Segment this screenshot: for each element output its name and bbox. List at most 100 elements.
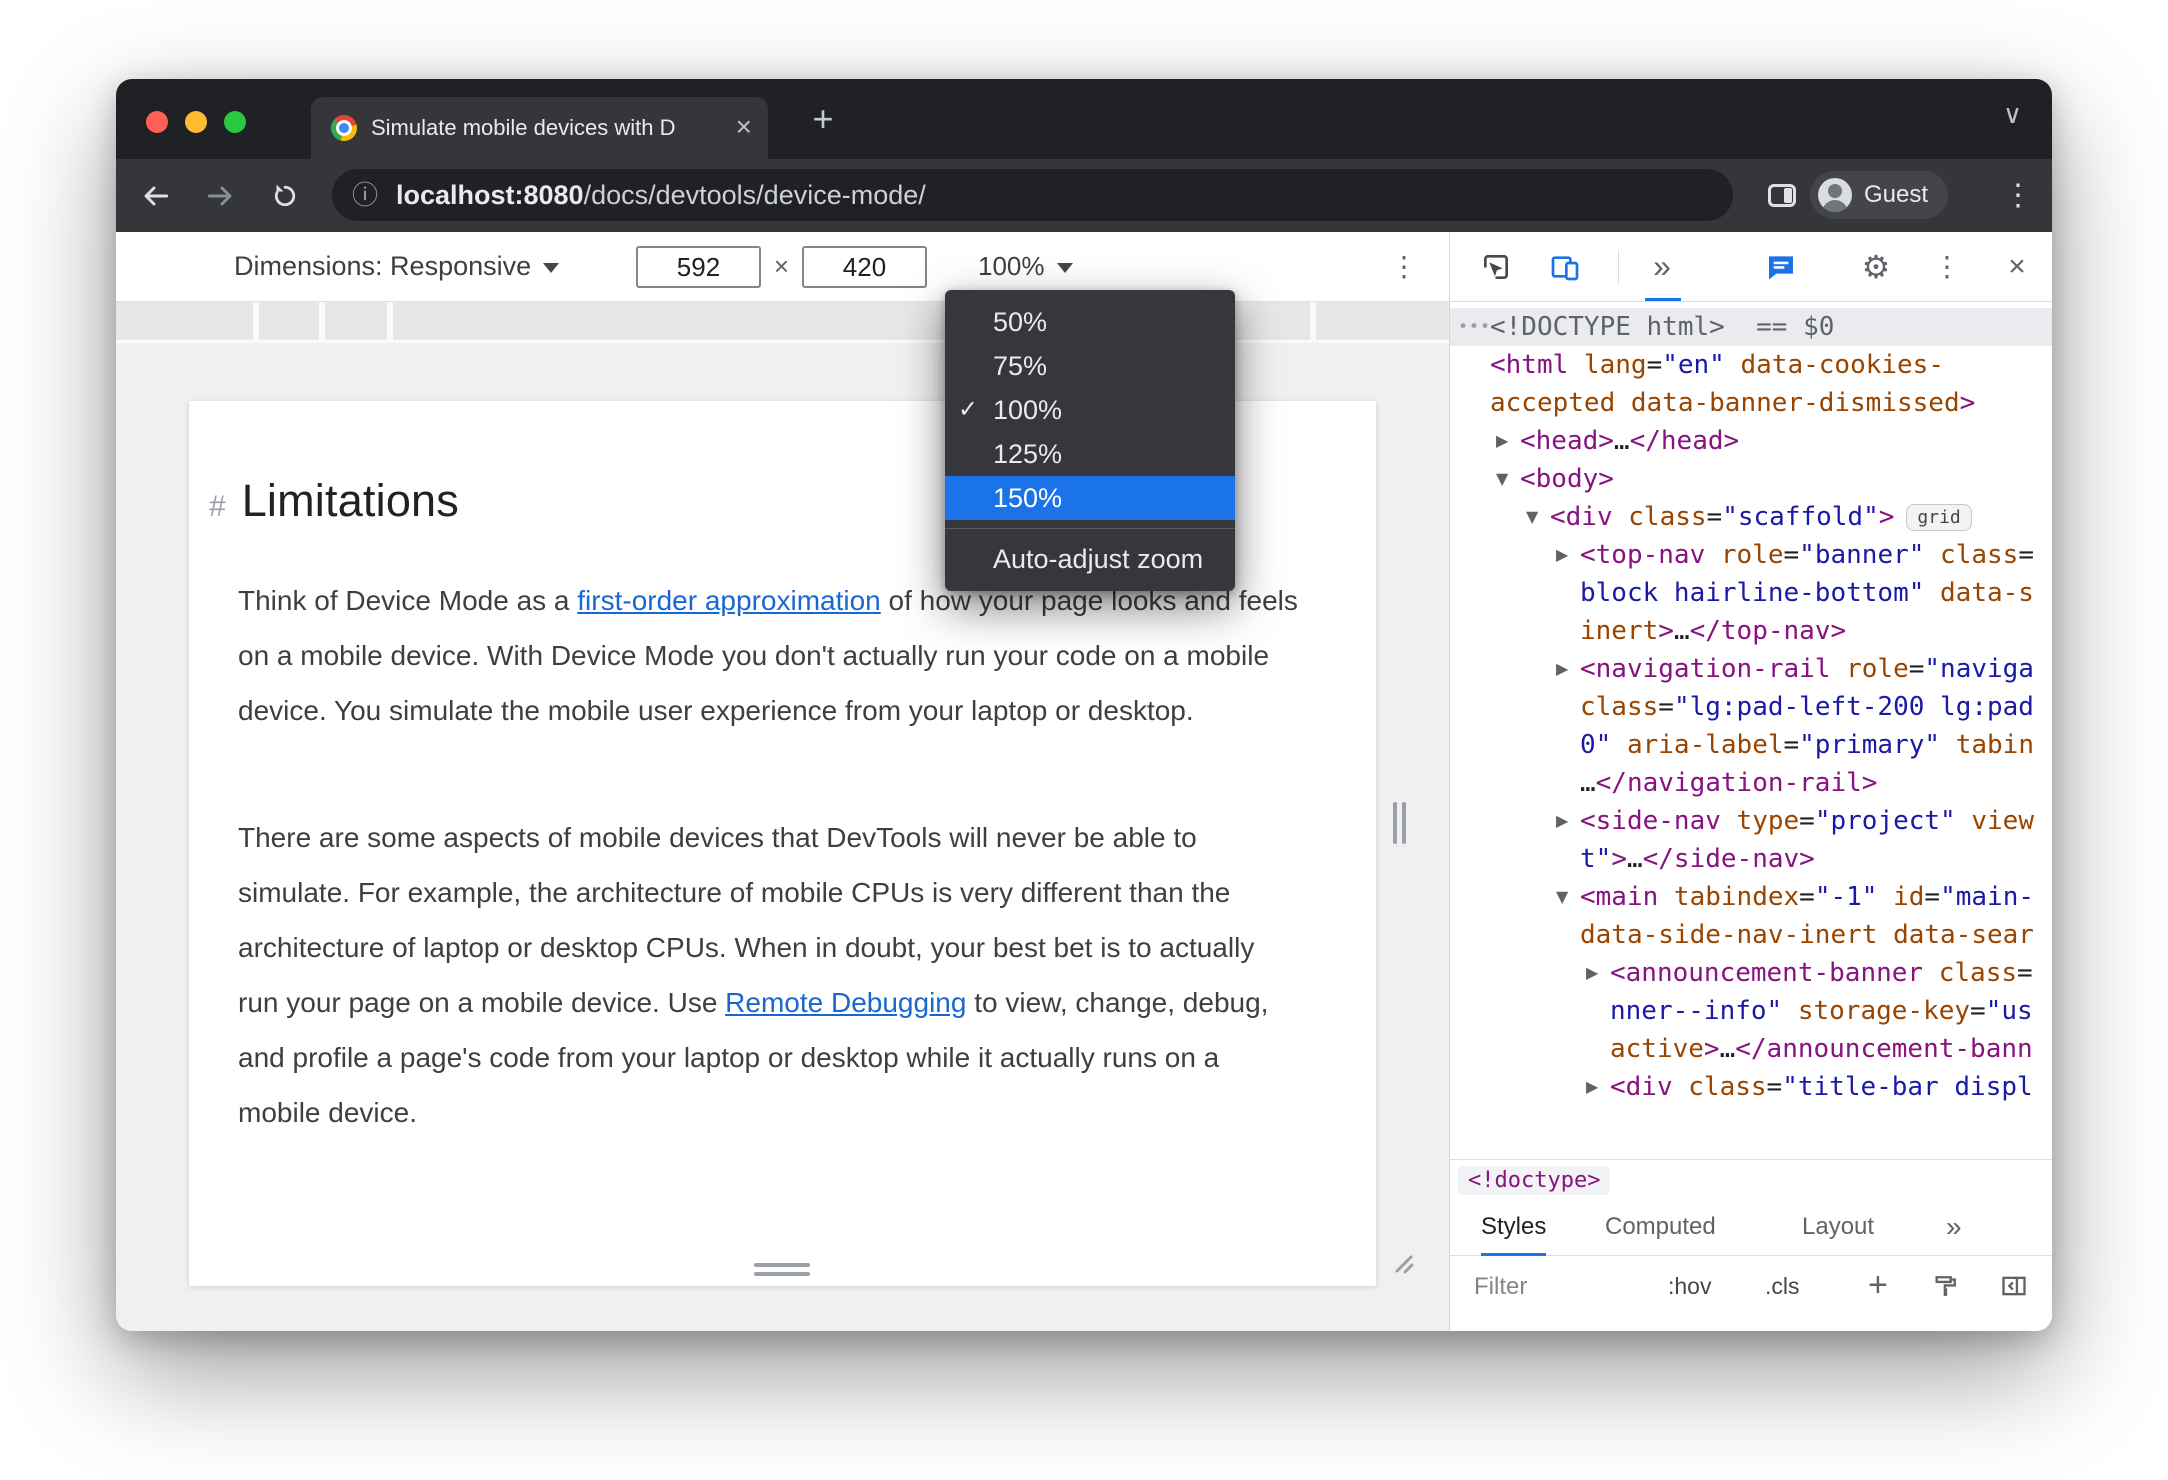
tab-styles[interactable]: Styles bbox=[1481, 1200, 1547, 1256]
code-token: view bbox=[1955, 806, 2034, 836]
code-token: = bbox=[1924, 882, 1941, 912]
toggle-cls-button[interactable]: .cls bbox=[1765, 1256, 1800, 1317]
code-token: class bbox=[1672, 1072, 1767, 1102]
dom-tree-line[interactable]: ▶ <navigation-rail role = "naviga bbox=[1450, 650, 2052, 688]
grid-badge[interactable]: grid bbox=[1906, 503, 1972, 531]
code-token: "naviga bbox=[1924, 654, 2034, 684]
dom-tree-line[interactable]: ▶ <side-nav type = "project" view bbox=[1450, 802, 2052, 840]
code-token: > bbox=[1703, 1034, 1720, 1064]
disclosure-arrow-icon[interactable]: ▼ bbox=[1526, 498, 1550, 536]
code-token: "us bbox=[1985, 996, 2033, 1026]
zoom-menu-item[interactable]: 75% bbox=[945, 344, 1235, 388]
disclosure-arrow-icon[interactable]: ▶ bbox=[1556, 536, 1580, 574]
disclosure-arrow-icon[interactable]: ▶ bbox=[1586, 1068, 1610, 1106]
forward-button[interactable] bbox=[196, 159, 244, 232]
disclosure-arrow-icon[interactable]: ▶ bbox=[1556, 650, 1580, 688]
reload-button[interactable] bbox=[261, 159, 309, 232]
resize-handle-bottom[interactable] bbox=[754, 1263, 810, 1278]
dom-tree-line[interactable]: inert >… </top-nav> bbox=[1450, 612, 2052, 650]
dom-tree-line[interactable]: ▶ <head>… </head> bbox=[1450, 422, 2052, 460]
browser-tab[interactable]: Simulate mobile devices with D × bbox=[311, 97, 768, 159]
feedback-icon[interactable] bbox=[1759, 232, 1803, 301]
sidebar-more-tabs-icon[interactable]: » bbox=[1946, 1200, 1962, 1256]
dom-tree-line[interactable]: ▼ <main tabindex = "-1" id = "main- bbox=[1450, 878, 2052, 916]
zoom-menu-item[interactable]: 50% bbox=[945, 300, 1235, 344]
tab-layout[interactable]: Layout bbox=[1802, 1200, 1874, 1256]
dom-tree-line[interactable]: block hairline-bottom" data-s bbox=[1450, 574, 2052, 612]
ruler-tick bbox=[1310, 302, 1316, 340]
ruler bbox=[116, 302, 1449, 343]
disclosure-arrow-icon[interactable]: ▼ bbox=[1496, 460, 1520, 498]
zoom-menu-item[interactable]: 125% bbox=[945, 432, 1235, 476]
tab-search-chevron-icon[interactable]: ∨ bbox=[2003, 99, 2022, 130]
disclosure-arrow-icon[interactable]: ▶ bbox=[1586, 954, 1610, 992]
heading-anchor-link[interactable]: # bbox=[209, 490, 226, 524]
dom-tree-line[interactable]: ▼ <div class = "scaffold" > grid bbox=[1450, 498, 2052, 536]
dom-tree-line[interactable]: <html lang = "en" data-cookies- bbox=[1450, 346, 2052, 384]
auto-adjust-zoom-item[interactable]: Auto-adjust zoom bbox=[945, 537, 1235, 581]
inspect-icon[interactable] bbox=[1474, 232, 1518, 301]
dom-tree-line[interactable]: ••• <!DOCTYPE html> == $0 bbox=[1450, 308, 2052, 346]
disclosure-arrow-icon[interactable]: ▼ bbox=[1556, 878, 1580, 916]
dom-tree-line[interactable]: accepted data-banner-dismissed > bbox=[1450, 384, 2052, 422]
code-token: storage-key bbox=[1782, 996, 1971, 1026]
dom-tree-line[interactable]: ▶ <top-nav role = "banner" class = bbox=[1450, 536, 2052, 574]
browser-menu-icon[interactable]: ⋮ bbox=[1996, 159, 2040, 232]
indent-gutter bbox=[1450, 859, 1580, 860]
first-order-approximation-link[interactable]: first-order approximation bbox=[577, 585, 880, 616]
device-toolbar-toggle-icon[interactable] bbox=[1543, 232, 1587, 301]
toggle-hov-button[interactable]: :hov bbox=[1668, 1256, 1711, 1317]
breadcrumb-doctype[interactable]: <!doctype> bbox=[1458, 1165, 1611, 1195]
reload-icon bbox=[274, 184, 296, 206]
indent-gutter bbox=[1450, 1011, 1610, 1012]
device-toolbar-menu-icon[interactable]: ⋮ bbox=[1382, 232, 1426, 301]
site-info-icon[interactable]: ⓘ bbox=[352, 169, 378, 221]
address-bar[interactable]: ⓘ localhost:8080/docs/devtools/device-mo… bbox=[332, 169, 1733, 221]
dom-tree-line[interactable]: nner--info" storage-key = "us bbox=[1450, 992, 2052, 1030]
dom-tree-line[interactable]: class = "lg:pad-left-200 lg:pad bbox=[1450, 688, 2052, 726]
minimize-window-button[interactable] bbox=[185, 111, 207, 133]
remote-debugging-link[interactable]: Remote Debugging bbox=[725, 987, 966, 1018]
back-button[interactable] bbox=[132, 159, 180, 232]
code-token: <main bbox=[1580, 882, 1659, 912]
devtools-menu-icon[interactable]: ⋮ bbox=[1925, 232, 1969, 301]
resize-handle-corner[interactable] bbox=[1390, 1250, 1414, 1274]
dom-tree-line[interactable]: ▶ <announcement-banner class = bbox=[1450, 954, 2052, 992]
device-height-input[interactable]: 420 bbox=[802, 246, 927, 288]
profile-button[interactable]: Guest bbox=[1810, 171, 1949, 219]
paragraph-text: Think of Device Mode as a bbox=[238, 585, 578, 616]
dom-tree-line[interactable]: 0" aria-label = "primary" tabin bbox=[1450, 726, 2052, 764]
zoom-window-button[interactable] bbox=[224, 111, 246, 133]
disclosure-arrow-icon[interactable]: ▶ bbox=[1496, 422, 1520, 460]
zoom-menu-item[interactable]: ✓ 100% bbox=[945, 388, 1235, 432]
device-width-input[interactable]: 592 bbox=[636, 246, 761, 288]
zoom-menu-item-selected[interactable]: 150% bbox=[945, 476, 1235, 520]
styles-filter-input[interactable]: Filter bbox=[1474, 1256, 1527, 1317]
dom-tree-line[interactable]: data-side-nav-inert data-sear bbox=[1450, 916, 2052, 954]
code-token: block hairline-bottom" bbox=[1580, 578, 1925, 608]
dom-tree-line[interactable]: t" >… </side-nav> bbox=[1450, 840, 2052, 878]
more-tabs-icon[interactable]: » bbox=[1640, 232, 1684, 301]
code-token: accepted data-banner-dismissed bbox=[1490, 388, 1960, 418]
node-options-dots-icon[interactable]: ••• bbox=[1458, 308, 1491, 346]
devtools-close-icon[interactable]: × bbox=[1995, 232, 2039, 301]
side-panel-icon[interactable] bbox=[1768, 184, 1796, 207]
new-style-rule-button[interactable]: + bbox=[1868, 1256, 1888, 1314]
tab-close-icon[interactable]: × bbox=[736, 97, 752, 157]
paint-roller-icon[interactable] bbox=[1932, 1272, 1960, 1305]
sidebar-toggle-icon[interactable] bbox=[2000, 1272, 2028, 1305]
dimensions-select[interactable]: Dimensions: Responsive bbox=[234, 232, 560, 301]
dom-tree-line[interactable]: ▶ <div class = "title-bar displ bbox=[1450, 1068, 2052, 1106]
tab-computed[interactable]: Computed bbox=[1605, 1200, 1716, 1256]
settings-gear-icon[interactable]: ⚙ bbox=[1854, 232, 1898, 301]
dom-tree-line[interactable]: ▼ <body> bbox=[1450, 460, 2052, 498]
code-token: = bbox=[1799, 806, 1815, 836]
code-token: = bbox=[1658, 692, 1674, 722]
resize-handle-right[interactable] bbox=[1393, 802, 1407, 844]
dom-tree-line[interactable]: active >… </announcement-bann bbox=[1450, 1030, 2052, 1068]
new-tab-button[interactable]: + bbox=[801, 97, 845, 141]
disclosure-arrow-icon[interactable]: ▶ bbox=[1556, 802, 1580, 840]
dom-tree-line[interactable]: … </navigation-rail> bbox=[1450, 764, 2052, 802]
close-window-button[interactable] bbox=[146, 111, 168, 133]
code-token: <top-nav bbox=[1580, 540, 1706, 570]
